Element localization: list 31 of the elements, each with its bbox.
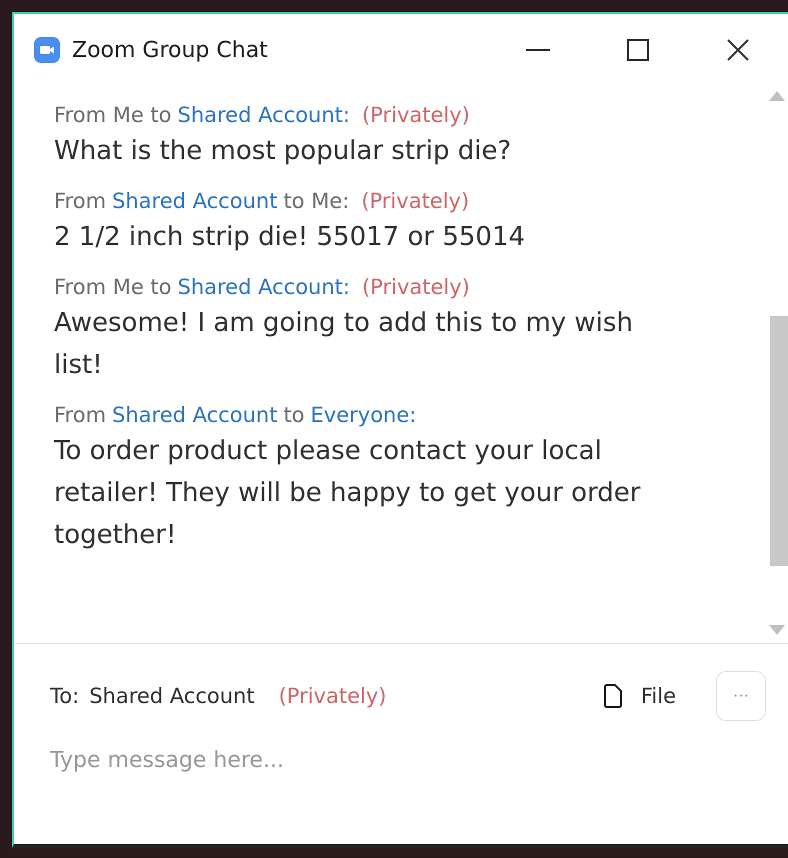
privacy-label: (Privately) xyxy=(362,274,470,301)
message-text: What is the most popular strip die? xyxy=(54,135,512,168)
camera-icon xyxy=(34,37,60,63)
file-icon xyxy=(602,683,623,709)
message-header: From Me to xyxy=(54,274,172,301)
message-header: From Me to xyxy=(54,102,172,129)
minimize-icon xyxy=(526,48,550,52)
more-button[interactable]: ··· xyxy=(716,671,766,721)
recipient-name: Shared Account: xyxy=(178,274,350,301)
recipient-name: Shared Account xyxy=(112,402,278,429)
scroll-up-icon[interactable] xyxy=(768,90,786,102)
privacy-label: (Privately) xyxy=(361,188,470,215)
message-header: From xyxy=(54,188,106,215)
message-header: to Me: xyxy=(283,188,350,215)
to-label: To: xyxy=(50,684,80,708)
message-header: to xyxy=(283,402,305,429)
message-text: To order product please contact your local retailer! They will be happy to get your order together! xyxy=(54,435,642,552)
recipient-name: Shared Account: xyxy=(178,102,350,129)
message-header: From xyxy=(54,402,106,429)
scroll-down-icon[interactable] xyxy=(768,624,786,636)
message-text: 2 1/2 inch strip die! 55017 or 55014 xyxy=(54,221,526,254)
recipient-dropdown[interactable]: Shared Account xyxy=(89,684,255,708)
recipient-name: Shared Account xyxy=(112,188,278,215)
privacy-label: (Privately) xyxy=(362,102,470,129)
file-button[interactable]: File xyxy=(602,683,676,709)
maximize-icon xyxy=(627,39,649,61)
privacy-label: (Privately) xyxy=(278,684,388,708)
recipient-name: Everyone: xyxy=(310,402,416,429)
window-title: Zoom Group Chat xyxy=(72,38,269,62)
message-text: Awesome! I am going to add this to my wish list! xyxy=(54,307,634,382)
close-icon xyxy=(726,38,750,62)
